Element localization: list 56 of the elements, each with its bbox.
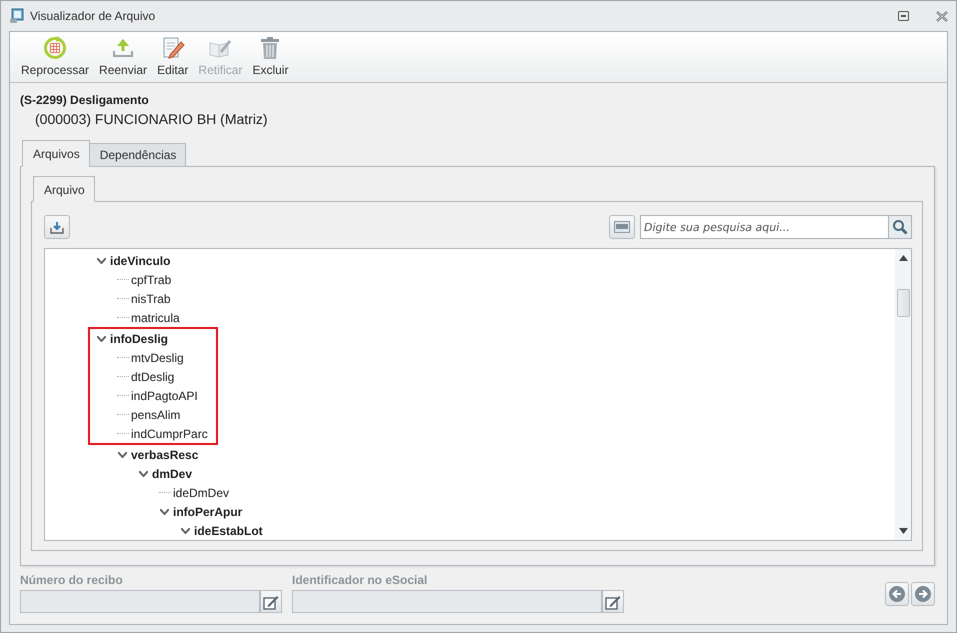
- search-icon[interactable]: [889, 215, 912, 239]
- next-button[interactable]: [911, 582, 935, 606]
- xml-file-icon: [614, 221, 630, 233]
- tab[interactable]: Arquivo: [33, 176, 95, 202]
- collapse-caret-icon[interactable]: [138, 470, 148, 476]
- collapse-caret-icon[interactable]: [180, 528, 190, 534]
- collapse-caret-icon[interactable]: [117, 452, 127, 458]
- refresh-icon: [43, 36, 68, 60]
- tree-node-label[interactable]: infoDeslig: [110, 332, 168, 346]
- scroll-down-icon[interactable]: [898, 528, 908, 534]
- collapse-caret-icon[interactable]: [96, 258, 106, 264]
- tree-node-label[interactable]: cpfTrab: [131, 272, 172, 286]
- edit-document-icon: [160, 36, 185, 60]
- tree-node-label[interactable]: ideDmDev: [173, 486, 230, 500]
- restore-icon[interactable]: [898, 11, 909, 21]
- toolbar-button[interactable]: Reprocessar: [18, 36, 92, 77]
- tree-node-label[interactable]: indCumprParc: [131, 426, 208, 440]
- tree-node-label[interactable]: nisTrab: [131, 292, 171, 306]
- trash-icon: [260, 36, 280, 60]
- field-label: Número do recibo: [20, 573, 124, 587]
- scrollbar[interactable]: [895, 249, 911, 540]
- tree-node-label[interactable]: pensAlim: [131, 408, 180, 422]
- scroll-up-icon[interactable]: [898, 255, 908, 261]
- text-field[interactable]: [292, 590, 602, 613]
- text-field[interactable]: [20, 590, 260, 613]
- tree-node-label[interactable]: ideEstabLot: [194, 524, 263, 538]
- window-title: Visualizador de Arquivo: [30, 9, 156, 23]
- field-label: Identificador no eSocial: [292, 573, 428, 587]
- search-field[interactable]: Digite sua pesquisa aqui...: [640, 215, 889, 239]
- event-title: (S-2299) Desligamento: [20, 93, 150, 107]
- tree-node-label[interactable]: verbasResc: [131, 448, 198, 462]
- tree-node-label[interactable]: ideVinculo: [110, 254, 170, 268]
- toolbar-button[interactable]: Excluir: [249, 36, 292, 77]
- close-icon[interactable]: [936, 10, 948, 22]
- download-button[interactable]: [44, 215, 70, 239]
- tree-node-label[interactable]: indPagtoAPI: [131, 388, 198, 402]
- tree-node-label[interactable]: dtDeslig: [131, 370, 174, 384]
- tab[interactable]: Arquivos: [22, 140, 90, 167]
- tree-node-label[interactable]: mtvDeslig: [131, 350, 184, 364]
- collapse-caret-icon[interactable]: [159, 508, 169, 514]
- edit-button[interactable]: [260, 590, 282, 613]
- collapse-caret-icon[interactable]: [96, 336, 106, 342]
- tree-node-label[interactable]: dmDev: [152, 466, 192, 480]
- toolbar-button[interactable]: Reenviar: [96, 36, 150, 77]
- xml-button[interactable]: [609, 215, 635, 239]
- employee-name: (000003) FUNCIONARIO BH (Matriz): [35, 111, 269, 127]
- upload-icon: [112, 37, 134, 59]
- tree-node-label[interactable]: infoPerApur: [173, 504, 242, 518]
- edit-button[interactable]: [602, 590, 624, 613]
- tree-node-label[interactable]: matricula: [131, 310, 180, 324]
- tab[interactable]: Dependências: [88, 143, 186, 167]
- document-viewer-icon: [9, 8, 25, 24]
- previous-button[interactable]: [885, 582, 909, 606]
- download-icon: [50, 220, 64, 234]
- scroll-thumb[interactable]: [896, 289, 910, 317]
- toolbar-button[interactable]: Editar: [154, 36, 192, 77]
